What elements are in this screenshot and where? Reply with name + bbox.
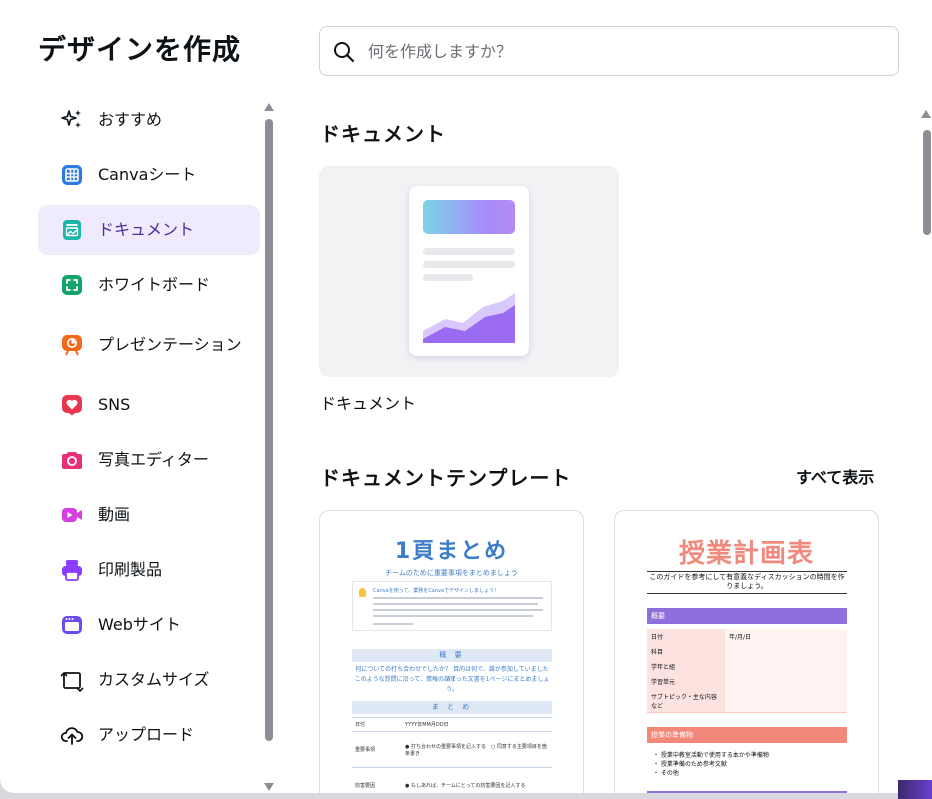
template-table: 日付 YYYY年MM月DD日 重要事項 ● 打ち合わせの重要事項を記入する ○ 同意…	[352, 717, 552, 793]
sparkle-icon	[60, 108, 84, 132]
template-subtitle: このガイドを参考にして有意義なディスカッションの時間を作りましょう。	[649, 573, 845, 590]
sidebar-item-photo-editor[interactable]: 写真エディター	[38, 435, 260, 485]
sidebar-item-label: おすすめ	[98, 110, 163, 129]
whiteboard-icon	[60, 273, 84, 297]
table-row: 日付 YYYY年MM月DD日	[352, 717, 552, 732]
sidebar-item-video[interactable]: 動画	[38, 490, 260, 540]
sidebar-item-upload[interactable]: アップロード	[38, 710, 260, 760]
table-row: 学習単元	[647, 674, 847, 690]
template-card-summary[interactable]: 1頁まとめ チームのために重要事項をまとめましょう Canvaを使って、業務をC…	[319, 510, 584, 793]
sidebar-item-custom-size[interactable]: カスタムサイズ	[38, 655, 260, 705]
category-sidebar: おすすめ Canvaシート ドキュメント ホワイトボード プレゼンテーション S…	[38, 95, 260, 765]
sidebar-item-label: Webサイト	[98, 615, 181, 634]
list-item: ・ 授業中教室活動で使用する本かや準備物	[653, 752, 769, 759]
document-card-caption: ドキュメント	[320, 394, 417, 413]
template-summary-line2: このような質問に沿って、情報の詰まった文書を1ページにまとめましょう。	[354, 676, 550, 693]
template-band-overview: 概 要	[352, 649, 552, 662]
template-section-overview: 概要	[647, 608, 847, 624]
sidebar-item-label: 動画	[98, 505, 131, 524]
sidebar-scrollbar[interactable]	[263, 103, 275, 791]
sidebar-item-print[interactable]: 印刷製品	[38, 545, 260, 595]
custom-size-icon	[60, 668, 84, 692]
sidebar-item-label: 写真エディター	[98, 450, 209, 469]
search-box[interactable]	[319, 26, 899, 76]
table-row: 学年と組	[647, 659, 847, 675]
scroll-up-arrow-icon[interactable]	[921, 110, 931, 118]
sidebar-item-label: 印刷製品	[98, 560, 163, 579]
intro-box-heading: Canvaを使って、業務をCanvaでデザインしましょう！	[373, 588, 499, 594]
sidebar-item-label: プレゼンテーション	[98, 335, 242, 354]
sidebar-item-presentation[interactable]: プレゼンテーション	[38, 315, 260, 375]
document-icon	[60, 218, 84, 242]
template-section-next	[647, 791, 847, 793]
template-title: 1頁まとめ	[394, 539, 509, 564]
search-icon	[334, 42, 355, 63]
see-all-link[interactable]: すべて表示	[796, 464, 874, 488]
table-row: 科目	[647, 644, 847, 660]
scroll-down-arrow-icon[interactable]	[264, 783, 274, 791]
document-blank-card[interactable]	[319, 166, 619, 377]
template-section-materials: 授業の準備物	[647, 727, 847, 743]
scrollbar-thumb[interactable]	[923, 130, 931, 235]
sidebar-item-website[interactable]: Webサイト	[38, 600, 260, 650]
create-design-modal: デザインを作成 おすすめ Canvaシート ドキュメント	[0, 0, 922, 793]
lightbulb-icon	[359, 588, 366, 597]
sidebar-item-label: Canvaシート	[98, 165, 197, 184]
search-input[interactable]	[368, 37, 888, 65]
table-row: 妨害要因 ● もしあれば、チームにとっての妨害要因を記入する	[352, 767, 552, 793]
sidebar-item-whiteboard[interactable]: ホワイトボード	[38, 260, 260, 310]
printer-icon	[60, 558, 84, 582]
website-icon	[60, 613, 84, 637]
table-row: 重要事項 ● 打ち合わせの重要事項を記入する ○ 同意する主要項目を箇条書き	[352, 731, 552, 768]
template-intro-box: Canvaを使って、業務をCanvaでデザインしましょう！	[352, 581, 552, 631]
sidebar-item-label: カスタムサイズ	[98, 670, 210, 689]
upload-icon	[60, 723, 84, 747]
main-scrollbar[interactable]	[921, 110, 932, 790]
heart-icon	[60, 393, 84, 417]
sidebar-item-canva-sheets[interactable]: Canvaシート	[38, 150, 260, 200]
sidebar-item-label: ドキュメント	[98, 220, 195, 239]
template-title: 授業計画表	[678, 539, 814, 569]
camera-icon	[60, 448, 84, 472]
presentation-icon	[60, 333, 84, 357]
document-thumbnail	[409, 186, 529, 356]
section-title-documents: ドキュメント	[320, 122, 446, 146]
list-item: ・ その他	[653, 770, 679, 777]
sidebar-item-recommended[interactable]: おすすめ	[38, 95, 260, 145]
template-materials-list: ・ 授業中教室活動で使用する本かや準備物 ・ 授業準備のため参考文献 ・ その他	[653, 751, 843, 778]
template-band-summary: ま と め	[352, 701, 552, 714]
sidebar-item-documents[interactable]: ドキュメント	[38, 205, 260, 255]
section-title-document-templates: ドキュメントテンプレート	[320, 466, 572, 490]
sidebar-item-label: ホワイトボード	[98, 275, 211, 294]
scroll-up-arrow-icon[interactable]	[264, 103, 274, 111]
template-subtitle: チームのために重要事項をまとめましょう	[385, 569, 518, 577]
sidebar-item-label: アップロード	[98, 725, 195, 744]
table-row: 日付 年/月/日	[647, 629, 847, 645]
video-icon	[60, 503, 84, 527]
sheet-icon	[60, 163, 84, 187]
sidebar-item-label: SNS	[98, 395, 131, 414]
list-item: ・ 授業準備のため参考文献	[653, 761, 727, 768]
sidebar-item-sns[interactable]: SNS	[38, 380, 260, 430]
table-row: サブトピック・主な内容など	[647, 689, 847, 713]
modal-title: デザインを作成	[38, 33, 242, 66]
scrollbar-thumb[interactable]	[265, 119, 273, 741]
template-card-lesson-plan[interactable]: 授業計画表 このガイドを参考にして有意義なディスカッションの時間を作りましょう。…	[614, 510, 879, 793]
